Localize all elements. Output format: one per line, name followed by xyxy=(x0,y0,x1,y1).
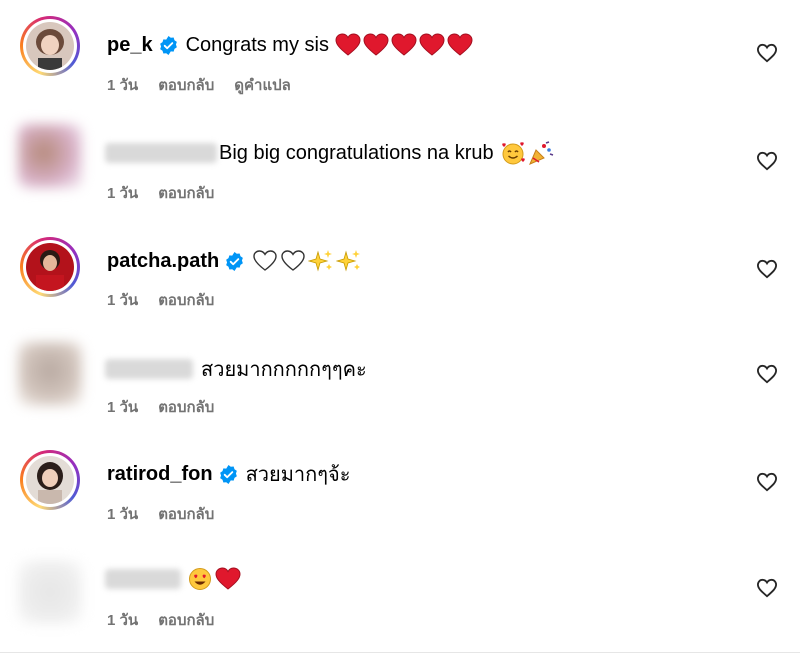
comment-item: pe_k Congrats my sis 1 วัน ตอบกลับ ดูคำแ… xyxy=(0,14,800,114)
avatar[interactable] xyxy=(18,342,82,406)
blurred-username[interactable] xyxy=(105,359,193,379)
comment-time: 1 วัน xyxy=(107,185,139,202)
comment-time: 1 วัน xyxy=(107,399,139,416)
comment-item: 1 วัน ตอบกลับ xyxy=(0,552,800,652)
reply-button[interactable]: ตอบกลับ xyxy=(158,181,214,205)
comment-item: สวยมากกกกกๆๆคะ 1 วัน ตอบกลับ xyxy=(0,338,800,438)
reply-button[interactable]: ตอบกลับ xyxy=(158,395,214,419)
comment-time: 1 วัน xyxy=(107,77,139,94)
heart-eyes-face-emoji-icon xyxy=(189,568,211,590)
heart-outline-icon[interactable] xyxy=(756,578,778,598)
avatar[interactable] xyxy=(20,16,80,76)
heart-outline-icon[interactable] xyxy=(756,43,778,63)
see-translation-button[interactable]: ดูคำแปล xyxy=(234,73,291,97)
avatar[interactable] xyxy=(18,124,82,188)
comment-text: Congrats my sis xyxy=(185,33,329,56)
white-heart-emoji-icon xyxy=(253,250,277,271)
comment-username[interactable]: pe_k xyxy=(107,34,153,57)
comment-item: Big big congratulations na krub 1 วัน ตอ xyxy=(0,122,800,222)
emoji-group xyxy=(252,249,362,273)
red-heart-emoji-icon xyxy=(419,33,445,56)
comment-item: patcha.path 1 วัน ตอบกลับ xyxy=(0,230,800,330)
comment-time: 1 วัน xyxy=(107,612,139,629)
avatar[interactable] xyxy=(18,560,82,624)
heart-outline-icon[interactable] xyxy=(756,259,778,279)
reply-button[interactable]: ตอบกลับ xyxy=(158,608,214,632)
verified-badge-icon xyxy=(219,464,238,484)
blurred-username[interactable] xyxy=(105,569,181,589)
reply-button[interactable]: ตอบกลับ xyxy=(158,73,214,97)
comment-text: สวยมากๆจ้ะ xyxy=(245,464,351,486)
divider xyxy=(0,652,800,653)
comment-text: Big big congratulations na krub xyxy=(219,141,494,164)
avatar[interactable] xyxy=(20,237,80,297)
comment-time: 1 วัน xyxy=(107,506,139,523)
red-heart-emoji-icon xyxy=(335,33,361,56)
red-heart-emoji-icon xyxy=(215,567,241,590)
verified-badge-icon xyxy=(225,251,244,271)
reply-button[interactable]: ตอบกลับ xyxy=(158,502,214,526)
comment-username[interactable]: ratirod_fon xyxy=(107,463,213,486)
sparkles-emoji-icon xyxy=(336,250,361,272)
party-popper-emoji-icon xyxy=(528,141,553,165)
emoji-group xyxy=(187,567,241,591)
reply-button[interactable]: ตอบกลับ xyxy=(158,288,214,312)
heart-outline-icon[interactable] xyxy=(756,472,778,492)
sparkles-emoji-icon xyxy=(308,250,333,272)
comment-time: 1 วัน xyxy=(107,292,139,309)
red-heart-emoji-icon xyxy=(447,33,473,56)
avatar[interactable] xyxy=(20,450,80,510)
verified-badge-icon xyxy=(159,35,178,55)
emoji-group xyxy=(335,33,473,57)
heart-outline-icon[interactable] xyxy=(756,364,778,384)
red-heart-emoji-icon xyxy=(363,33,389,56)
comment-item: ratirod_fon สวยมากๆจ้ะ 1 วัน ตอบกลับ xyxy=(0,446,800,546)
heart-outline-icon[interactable] xyxy=(756,151,778,171)
blurred-username[interactable] xyxy=(105,143,217,163)
comment-text: สวยมากกกกกๆๆคะ xyxy=(201,359,367,381)
smiling-face-hearts-emoji-icon xyxy=(501,142,525,165)
red-heart-emoji-icon xyxy=(391,33,417,56)
comment-username[interactable]: patcha.path xyxy=(107,250,219,273)
emoji-group xyxy=(500,141,554,165)
white-heart-emoji-icon xyxy=(281,250,305,271)
